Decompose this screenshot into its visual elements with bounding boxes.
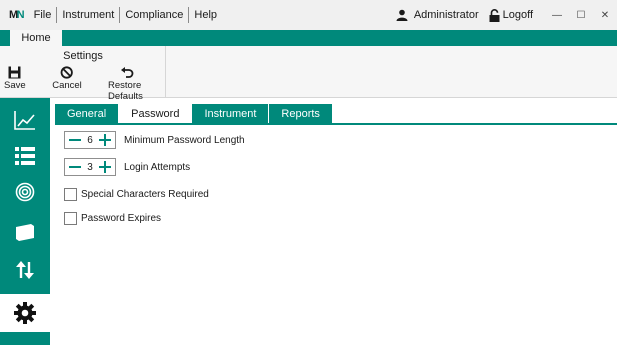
settings-tabs: General Password Instrument Reports [55, 104, 333, 125]
save-button[interactable]: Save [4, 66, 26, 91]
app-logo: M N [0, 0, 29, 30]
user-indicator: Administrator [396, 9, 479, 21]
login-attempts-value[interactable]: 3 [82, 162, 98, 173]
min-length-label: Minimum Password Length [124, 134, 245, 146]
login-attempts-row: 3 Login Attempts [64, 158, 190, 176]
special-chars-row: Special Characters Required [64, 185, 209, 203]
undo-icon [121, 67, 134, 78]
sidebar-item-fingerprint[interactable] [0, 174, 50, 210]
minus-icon [69, 166, 81, 168]
sidebar-item-charts[interactable] [0, 102, 50, 138]
user-icon [396, 9, 408, 21]
special-chars-label: Special Characters Required [81, 188, 209, 200]
login-attempts-stepper: 3 [64, 158, 116, 176]
fingerprint-icon [15, 182, 35, 202]
sidebar-item-settings[interactable] [0, 294, 50, 332]
min-length-value[interactable]: 6 [82, 135, 98, 146]
maximize-button[interactable]: ☐ [569, 10, 593, 21]
lock-icon [489, 8, 500, 22]
save-icon [8, 66, 21, 79]
transfer-icon [16, 261, 34, 279]
min-length-increment-button[interactable] [98, 132, 112, 148]
logo-accent: N [16, 9, 25, 21]
plus-icon [99, 161, 111, 173]
ribbon: Settings Save Cancel Restore Defaults [0, 46, 617, 102]
login-attempts-decrement-button[interactable] [68, 159, 82, 175]
sidebar [0, 98, 50, 345]
logoff-button[interactable]: Logoff [489, 8, 533, 22]
min-password-length-row: 6 Minimum Password Length [64, 131, 245, 149]
tab-home[interactable]: Home [10, 30, 62, 46]
logoff-label: Logoff [502, 9, 533, 21]
password-expires-checkbox[interactable] [64, 211, 77, 225]
restore-defaults-label: Restore Defaults [108, 80, 143, 102]
sidebar-item-transfer[interactable] [0, 252, 50, 288]
cancel-icon [60, 66, 74, 79]
restore-defaults-button[interactable]: Restore Defaults [108, 66, 146, 102]
menu-help[interactable]: Help [189, 7, 222, 23]
plus-icon [99, 134, 111, 146]
menu-compliance[interactable]: Compliance [120, 7, 188, 23]
menu-bar: M N File Instrument Compliance Help Admi… [0, 0, 617, 30]
tab-general[interactable]: General [55, 104, 120, 124]
menu-instrument[interactable]: Instrument [57, 7, 119, 23]
sidebar-item-list[interactable] [0, 138, 50, 174]
save-label: Save [4, 80, 26, 91]
cancel-button[interactable]: Cancel [52, 66, 82, 91]
tab-instrument[interactable]: Instrument [192, 104, 270, 124]
list-icon [15, 147, 35, 165]
tab-underline [55, 123, 617, 125]
min-length-stepper: 6 [64, 131, 116, 149]
cancel-label: Cancel [52, 80, 82, 91]
password-expires-label: Password Expires [81, 212, 162, 224]
close-button[interactable]: ✕ [593, 10, 617, 21]
chart-icon [14, 111, 35, 130]
minimize-button[interactable]: — [545, 10, 569, 21]
tab-reports[interactable]: Reports [269, 104, 333, 124]
menu-file[interactable]: File [29, 7, 57, 23]
special-chars-checkbox[interactable] [64, 187, 77, 201]
minus-icon [69, 139, 81, 141]
settings-group: Settings Save Cancel Restore Defaults [0, 46, 166, 102]
group-label: Settings [63, 50, 103, 62]
user-name: Administrator [413, 9, 479, 21]
password-expires-row: Password Expires [64, 209, 161, 227]
tab-password[interactable]: Password [119, 104, 193, 125]
login-attempts-increment-button[interactable] [98, 159, 112, 175]
menubar-right: Administrator Logoff — ☐ ✕ [396, 0, 617, 30]
login-attempts-label: Login Attempts [124, 161, 191, 173]
package-icon [16, 224, 34, 241]
min-length-decrement-button[interactable] [68, 132, 82, 148]
sidebar-item-package[interactable] [0, 214, 50, 250]
gear-icon [14, 302, 36, 324]
ribbon-tab-strip: Home [0, 30, 617, 46]
